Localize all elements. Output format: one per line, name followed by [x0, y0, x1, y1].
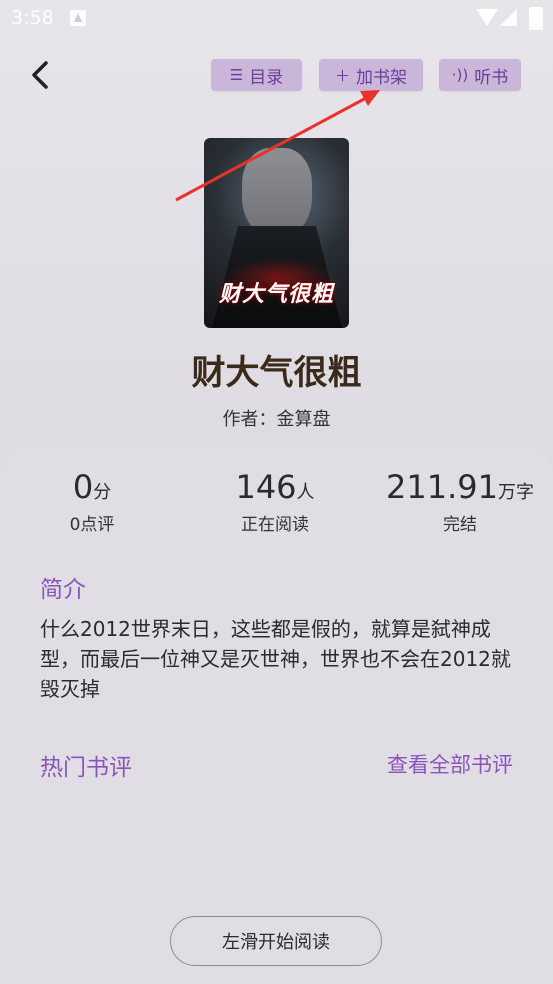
- plus-icon: ＋: [334, 66, 350, 85]
- status-bar: 3:58: [0, 0, 553, 36]
- signal-icon: [500, 9, 517, 26]
- cover-title-text: 财大气很粗: [218, 281, 334, 307]
- add-to-shelf-button[interactable]: ＋ 加书架: [319, 59, 423, 91]
- catalog-button[interactable]: ☰ 目录: [211, 59, 302, 91]
- audio-wave-icon: ·)): [451, 66, 469, 84]
- stat-unit: 人: [296, 482, 315, 503]
- hot-reviews-heading: 热门书评: [40, 755, 132, 781]
- listen-button[interactable]: ·)) 听书: [439, 59, 521, 91]
- book-cover[interactable]: 财大气很粗: [204, 138, 349, 328]
- stat-label: 完结: [443, 515, 477, 535]
- stat-value: 146: [235, 468, 297, 506]
- stat-unit: 分: [93, 482, 112, 503]
- list-icon: ☰: [229, 66, 244, 84]
- catalog-label: 目录: [249, 67, 284, 88]
- add-to-shelf-label: 加书架: [356, 67, 407, 88]
- stat-word-count: 211.91万字 完结: [380, 468, 540, 535]
- back-button[interactable]: [26, 57, 58, 93]
- intro-text: 什么2012世界末日，这些都是假的，就算是弑神成型，而最后一位神又是灭世神，世界…: [40, 617, 511, 701]
- listen-label: 听书: [474, 67, 509, 88]
- status-time: 3:58: [11, 7, 54, 29]
- cover-figure-face: [242, 148, 312, 238]
- stat-value: 0: [72, 468, 94, 506]
- book-title: 财大气很粗: [191, 353, 362, 393]
- top-bar: ☰ 目录 ＋ 加书架 ·)) 听书: [0, 55, 553, 97]
- wifi-icon: [476, 9, 498, 26]
- stat-value: 211.91: [386, 468, 498, 506]
- stat-unit: 万字: [497, 482, 534, 503]
- intro-heading: 简介: [40, 577, 86, 603]
- start-reading-button[interactable]: 左滑开始阅读: [170, 916, 382, 966]
- notification-icon: [70, 10, 86, 26]
- battery-icon: [529, 7, 543, 30]
- stat-label: 0点评: [69, 515, 115, 535]
- book-author: 作者：金算盘: [222, 409, 331, 430]
- stat-readers: 146人 正在阅读: [210, 468, 340, 535]
- view-all-reviews-link[interactable]: 查看全部书评: [387, 749, 513, 779]
- stat-label: 正在阅读: [241, 515, 309, 535]
- detail-card: 0分 0点评 146人 正在阅读 211.91万字 完结 简介 什么2012世界…: [0, 446, 553, 984]
- stat-rating: 0分 0点评: [40, 468, 144, 535]
- back-arrow-icon: [32, 61, 48, 89]
